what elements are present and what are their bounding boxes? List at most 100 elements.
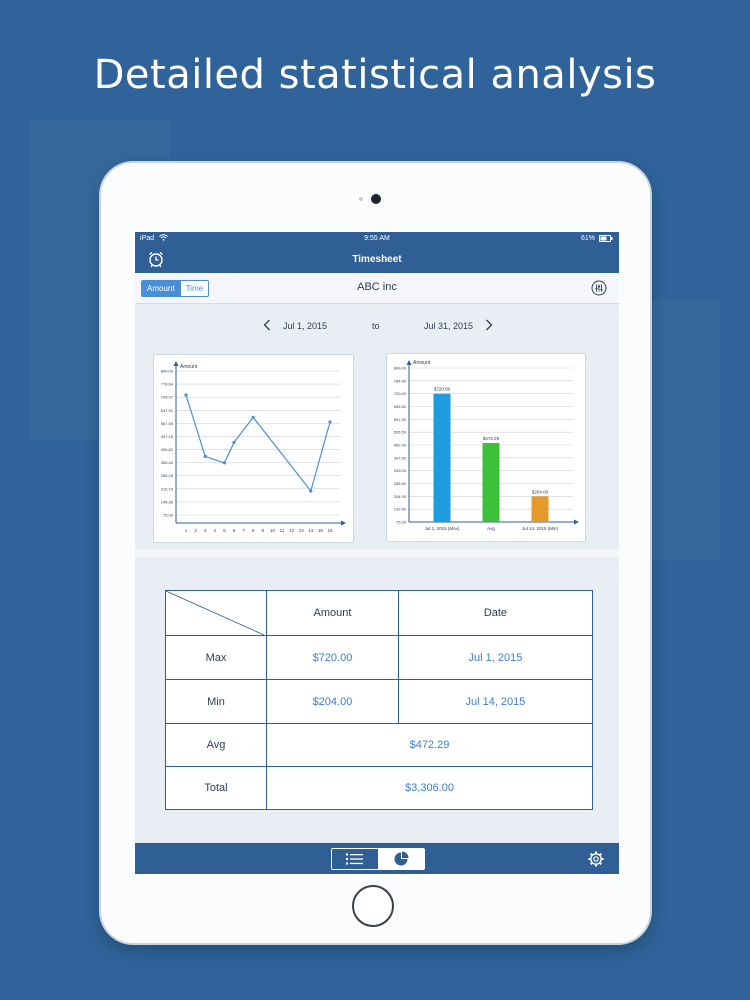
bar-value-label: $720.00 xyxy=(434,387,451,392)
section-divider xyxy=(135,550,619,557)
x-tick-label: 8 xyxy=(252,528,255,533)
bar xyxy=(433,393,451,522)
prev-date-chevron-icon[interactable] xyxy=(263,319,271,333)
y-tick-label: 849.00 xyxy=(394,366,407,371)
headline: Detailed statistical analysis xyxy=(93,52,657,98)
table-row: Max $720.00 Jul 1, 2015 xyxy=(165,635,594,680)
y-tick-label: 497.18 xyxy=(161,434,174,439)
x-tick-label: Jul 1, 2015 (Max) xyxy=(425,526,460,531)
min-amount: $204.00 xyxy=(266,679,399,724)
y-tick-label: 204.00 xyxy=(394,494,407,499)
line-chart: 849.00 778.64 708.27 637.91 567.55 497.18 426.… xyxy=(161,361,346,533)
y-tick-label: 655.50 xyxy=(394,404,407,409)
bar-chart-card: 849.00 784.50 720.00 655.50 591.00 526.50 462.… xyxy=(386,353,586,542)
table-row: Avg $472.29 xyxy=(165,723,593,767)
company-name: ABC inc xyxy=(357,281,397,293)
start-date[interactable]: Jul 1, 2015 xyxy=(283,321,327,331)
ipad-device: iPad 9:55 AM 61% Timesheet Amount Time A… xyxy=(101,163,650,943)
bar xyxy=(531,496,549,522)
y-axis-label: Amount xyxy=(413,360,431,366)
date-separator: to xyxy=(372,321,380,331)
header-amount: Amount xyxy=(266,590,399,636)
y-tick-label: 397.50 xyxy=(394,455,407,460)
gear-icon[interactable] xyxy=(587,850,605,873)
max-date: Jul 1, 2015 xyxy=(397,635,594,680)
toolbar: Amount Time ABC inc xyxy=(135,273,619,304)
x-tick-label: 6 xyxy=(233,528,236,533)
table-row: Min $204.00 Jul 14, 2015 xyxy=(165,679,594,724)
tab-bar xyxy=(135,843,619,874)
nav-bar: Timesheet xyxy=(135,246,619,273)
y-tick-label: 75.00 xyxy=(396,520,407,525)
x-axis-arrow xyxy=(341,520,346,526)
battery-percent: 61% xyxy=(581,235,596,242)
amount-line xyxy=(185,394,331,493)
next-date-chevron-icon[interactable] xyxy=(485,319,493,333)
list-icon xyxy=(345,853,363,865)
y-tick-label: 462.00 xyxy=(394,443,407,448)
battery-icon xyxy=(599,235,613,244)
line-chart-card: 849.00 778.64 708.27 637.91 567.55 497.18 426.… xyxy=(153,354,354,543)
corner-cell xyxy=(165,590,267,636)
pie-chart-icon xyxy=(394,851,409,866)
bar xyxy=(482,442,500,522)
y-tick-label: 526.50 xyxy=(394,430,407,435)
y-tick-label: 215.73 xyxy=(161,486,174,491)
nav-title: Timesheet xyxy=(352,254,402,265)
data-point xyxy=(309,489,313,493)
y-tick-label: 567.55 xyxy=(161,421,174,426)
x-tick-label: 12 xyxy=(289,528,295,533)
y-tick-label: 426.82 xyxy=(161,447,174,452)
app-screen: iPad 9:55 AM 61% Timesheet Amount Time A… xyxy=(135,232,619,874)
x-tick-label: 3 xyxy=(204,528,207,533)
total-amount: $3,306.00 xyxy=(266,766,593,810)
y-tick-label: 139.50 xyxy=(394,507,407,512)
tab-statistics[interactable] xyxy=(378,849,424,869)
data-point xyxy=(328,420,332,424)
data-point xyxy=(184,393,188,397)
table-row: Total $3,306.00 xyxy=(165,766,593,810)
x-tick-label: Avg xyxy=(487,526,495,531)
y-tick-label: 637.91 xyxy=(161,408,174,413)
y-axis-arrow xyxy=(406,360,412,365)
row-label: Max xyxy=(165,635,267,680)
stats-table: Amount Date Max $720.00 Jul 1, 2015 Min … xyxy=(165,590,594,810)
x-tick-label: 14 xyxy=(308,528,314,533)
filter-settings-icon[interactable] xyxy=(591,280,607,301)
row-label: Total xyxy=(165,766,267,810)
tab-list[interactable] xyxy=(332,849,378,869)
max-amount: $720.00 xyxy=(266,635,399,680)
x-tick-label: 4 xyxy=(214,528,217,533)
y-tick-label: 784.50 xyxy=(394,378,407,383)
view-switcher xyxy=(331,848,425,870)
y-tick-label: 268.50 xyxy=(394,481,407,486)
x-tick-label: 2 xyxy=(194,528,197,533)
min-date: Jul 14, 2015 xyxy=(397,679,594,724)
bar-value-label: $204.00 xyxy=(532,489,549,494)
data-point xyxy=(222,461,226,465)
y-tick-label: 720.00 xyxy=(394,391,407,396)
y-tick-label: 356.45 xyxy=(161,460,174,465)
camera-dot xyxy=(371,194,381,204)
row-label: Min xyxy=(165,679,267,724)
data-point xyxy=(203,454,207,458)
x-tick-label: 1 xyxy=(185,528,188,533)
sensor-dot xyxy=(359,197,363,201)
x-tick-label: 16 xyxy=(327,528,333,533)
row-label: Avg xyxy=(165,723,267,767)
home-button[interactable] xyxy=(352,885,394,927)
x-tick-label: Jul 14, 2015 (Min) xyxy=(522,526,559,531)
bar-chart: 849.00 784.50 720.00 655.50 591.00 526.50 462.… xyxy=(394,360,579,531)
y-tick-label: 286.09 xyxy=(161,473,174,478)
date-range-row: Jul 1, 2015 to Jul 31, 2015 xyxy=(135,317,619,337)
y-tick-label: 75.00 xyxy=(163,513,174,518)
x-tick-label: 10 xyxy=(270,528,276,533)
y-tick-label: 849.00 xyxy=(161,369,174,374)
y-tick-label: 333.00 xyxy=(394,468,407,473)
bar-value-label: $472.29 xyxy=(483,436,500,441)
y-axis-label: Amount xyxy=(180,364,198,370)
end-date[interactable]: Jul 31, 2015 xyxy=(424,321,473,331)
avg-amount: $472.29 xyxy=(266,723,593,767)
x-tick-label: 15 xyxy=(318,528,324,533)
header-date: Date xyxy=(397,590,594,636)
